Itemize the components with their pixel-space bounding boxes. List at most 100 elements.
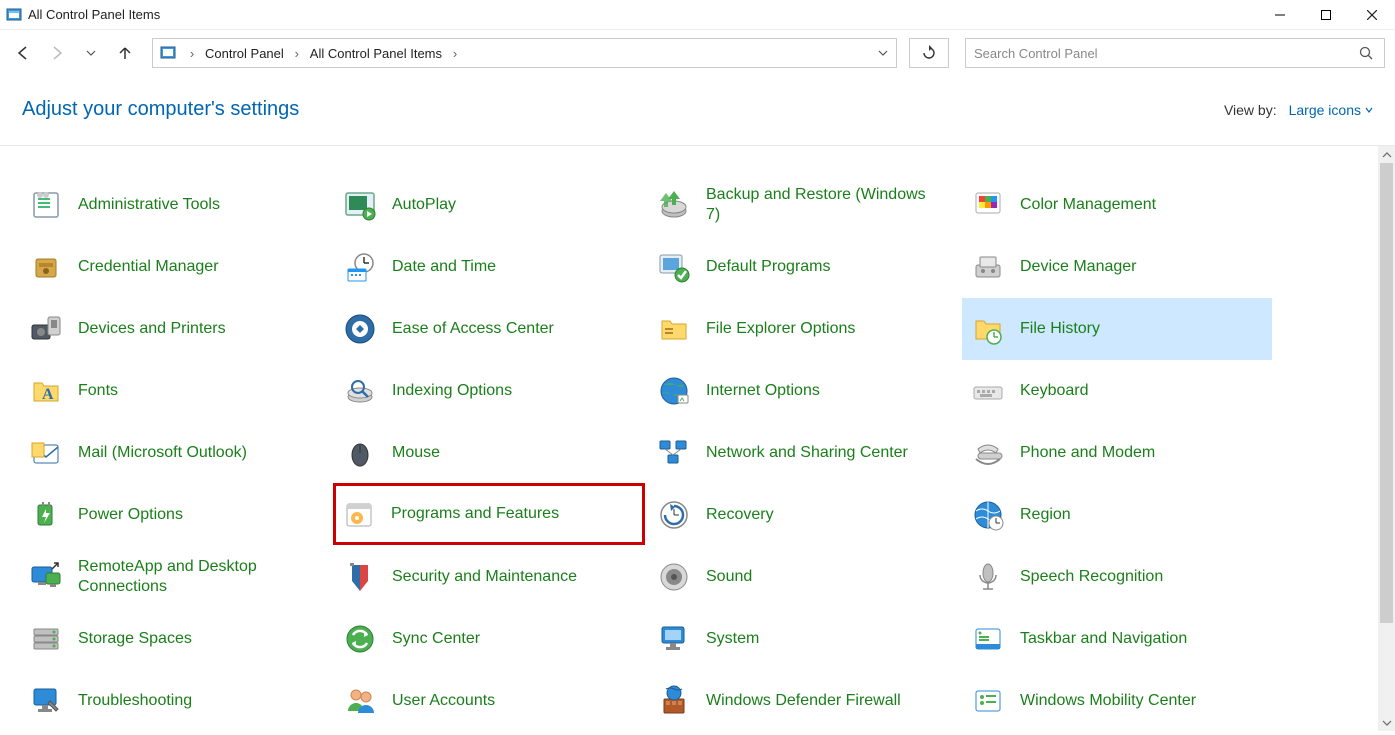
cp-item-trouble[interactable]: Troubleshooting: [20, 670, 330, 731]
taskbar-icon: [968, 619, 1008, 659]
breadcrumb-chevron[interactable]: ›: [288, 46, 306, 61]
cp-item-power[interactable]: Power Options: [20, 484, 330, 546]
security-icon: [340, 557, 380, 597]
cp-item-label: Keyboard: [1020, 381, 1089, 401]
scroll-thumb[interactable]: [1380, 163, 1393, 623]
cp-item-label: Mail (Microsoft Outlook): [78, 443, 247, 463]
breadcrumb-control-panel[interactable]: Control Panel: [201, 39, 288, 67]
address-bar[interactable]: › Control Panel › All Control Panel Item…: [152, 38, 897, 68]
search-icon[interactable]: [1354, 39, 1378, 67]
recovery-icon: [654, 495, 694, 535]
cp-item-ease[interactable]: Ease of Access Center: [334, 298, 644, 360]
system-icon: [654, 619, 694, 659]
cp-item-label: Region: [1020, 505, 1071, 525]
cp-item-remote[interactable]: RemoteApp and Desktop Connections: [20, 546, 330, 608]
cp-item-defender[interactable]: Windows Defender Firewall: [648, 670, 958, 731]
mobility-icon: [968, 681, 1008, 721]
breadcrumb-all-items[interactable]: All Control Panel Items: [306, 39, 446, 67]
cp-item-devicemgr[interactable]: Device Manager: [962, 236, 1272, 298]
cp-item-label: Administrative Tools: [78, 195, 220, 215]
cp-item-sound[interactable]: Sound: [648, 546, 958, 608]
cp-item-indexing[interactable]: Indexing Options: [334, 360, 644, 422]
cp-item-backup[interactable]: Backup and Restore (Windows 7): [648, 174, 958, 236]
users-icon: [340, 681, 380, 721]
cp-item-admin[interactable]: Administrative Tools: [20, 174, 330, 236]
devicemgr-icon: [968, 247, 1008, 287]
address-bar-icon: [153, 39, 183, 67]
defaultprog-icon: [654, 247, 694, 287]
cp-item-label: Recovery: [706, 505, 774, 525]
search-input[interactable]: [966, 39, 1384, 67]
scroll-up-arrow[interactable]: [1378, 146, 1395, 163]
cp-item-label: Programs and Features: [391, 504, 559, 524]
cp-item-storage[interactable]: Storage Spaces: [20, 608, 330, 670]
cp-item-system[interactable]: System: [648, 608, 958, 670]
mouse-icon: [340, 433, 380, 473]
ease-icon: [340, 309, 380, 349]
cp-item-region[interactable]: Region: [962, 484, 1272, 546]
address-history-dropdown[interactable]: [870, 48, 896, 58]
view-by-control: View by: Large icons: [1224, 102, 1373, 118]
trouble-icon: [26, 681, 66, 721]
cp-item-label: Power Options: [78, 505, 183, 525]
maximize-button[interactable]: [1303, 0, 1349, 30]
refresh-button[interactable]: [909, 38, 949, 68]
close-button[interactable]: [1349, 0, 1395, 30]
titlebar: All Control Panel Items: [0, 0, 1395, 30]
cp-item-label: Backup and Restore (Windows 7): [706, 185, 936, 225]
breadcrumb-chevron[interactable]: ›: [446, 46, 464, 61]
minimize-button[interactable]: [1257, 0, 1303, 30]
cp-item-label: Windows Defender Firewall: [706, 691, 901, 711]
forward-button[interactable]: [44, 40, 70, 66]
storage-icon: [26, 619, 66, 659]
sync-icon: [340, 619, 380, 659]
cp-item-mail[interactable]: Mail (Microsoft Outlook): [20, 422, 330, 484]
cp-item-taskbar[interactable]: Taskbar and Navigation: [962, 608, 1272, 670]
view-by-dropdown[interactable]: Large icons: [1289, 102, 1373, 118]
cp-item-recovery[interactable]: Recovery: [648, 484, 958, 546]
view-by-label: View by:: [1224, 102, 1277, 118]
cp-item-devices[interactable]: Devices and Printers: [20, 298, 330, 360]
cp-item-users[interactable]: User Accounts: [334, 670, 644, 731]
cp-item-label: Taskbar and Navigation: [1020, 629, 1187, 649]
cp-item-programs[interactable]: Programs and Features: [333, 483, 645, 545]
fonts-icon: A: [26, 371, 66, 411]
cp-item-autoplay[interactable]: AutoPlay: [334, 174, 644, 236]
cp-item-label: Credential Manager: [78, 257, 219, 277]
cp-item-mobility[interactable]: Windows Mobility Center: [962, 670, 1272, 731]
programs-icon: [339, 494, 379, 534]
cp-item-datetime[interactable]: Date and Time: [334, 236, 644, 298]
cp-item-credential[interactable]: Credential Manager: [20, 236, 330, 298]
recent-locations-dropdown[interactable]: [78, 40, 104, 66]
cp-item-color[interactable]: Color Management: [962, 174, 1272, 236]
cp-item-mouse[interactable]: Mouse: [334, 422, 644, 484]
cp-item-label: Device Manager: [1020, 257, 1137, 277]
cp-item-label: Fonts: [78, 381, 118, 401]
breadcrumb-chevron-root[interactable]: ›: [183, 46, 201, 61]
cp-item-keyboard[interactable]: Keyboard: [962, 360, 1272, 422]
cp-item-speech[interactable]: Speech Recognition: [962, 546, 1272, 608]
cp-item-defaultprog[interactable]: Default Programs: [648, 236, 958, 298]
cp-item-internet[interactable]: Internet Options: [648, 360, 958, 422]
cp-item-security[interactable]: Security and Maintenance: [334, 546, 644, 608]
search-box[interactable]: [965, 38, 1385, 68]
navigation-bar: › Control Panel › All Control Panel Item…: [0, 30, 1395, 76]
cp-item-label: Storage Spaces: [78, 629, 192, 649]
speech-icon: [968, 557, 1008, 597]
cp-item-fonts[interactable]: A Fonts: [20, 360, 330, 422]
cp-item-phone[interactable]: Phone and Modem: [962, 422, 1272, 484]
keyboard-icon: [968, 371, 1008, 411]
scroll-down-arrow[interactable]: [1378, 714, 1395, 731]
backup-icon: [654, 185, 694, 225]
cp-item-network[interactable]: Network and Sharing Center: [648, 422, 958, 484]
cp-item-label: Speech Recognition: [1020, 567, 1163, 587]
view-by-value: Large icons: [1289, 102, 1361, 118]
cp-item-fileexp[interactable]: File Explorer Options: [648, 298, 958, 360]
up-button[interactable]: [112, 40, 138, 66]
vertical-scrollbar[interactable]: [1378, 146, 1395, 731]
cp-item-filehist[interactable]: File History: [962, 298, 1272, 360]
cp-item-sync[interactable]: Sync Center: [334, 608, 644, 670]
color-icon: [968, 185, 1008, 225]
back-button[interactable]: [10, 40, 36, 66]
cp-item-label: RemoteApp and Desktop Connections: [78, 557, 308, 597]
